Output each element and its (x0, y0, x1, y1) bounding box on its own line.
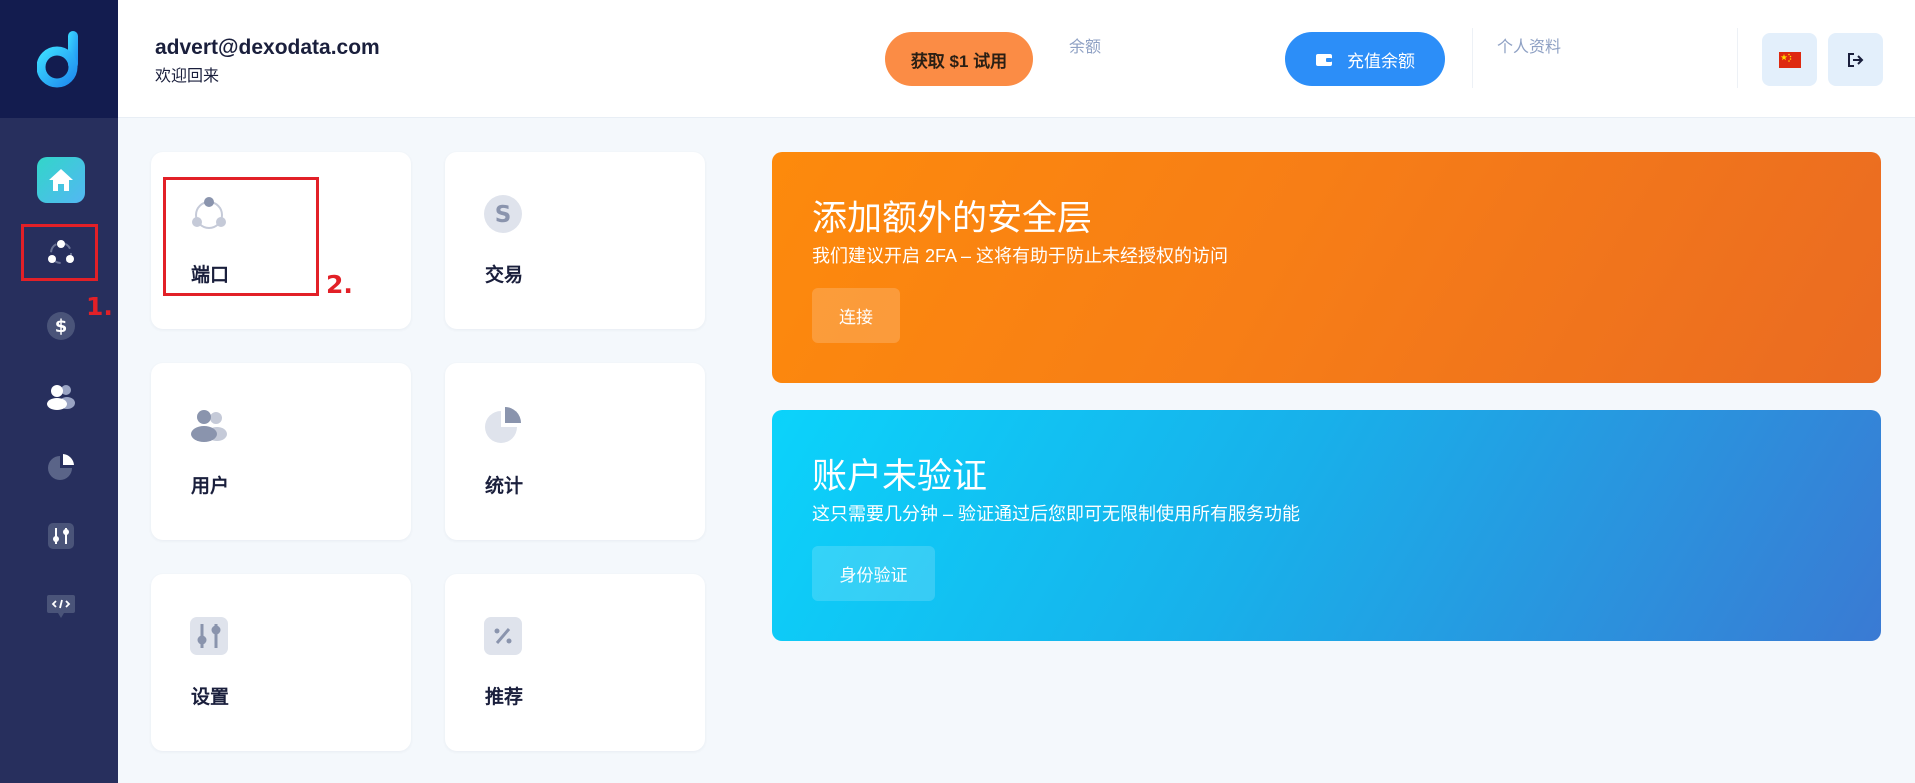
logo[interactable] (0, 0, 118, 118)
tile-settings[interactable]: 设置 (151, 574, 411, 751)
annotation-box-step1 (21, 224, 98, 281)
banner-title: 账户未验证 (812, 457, 988, 496)
header: advert@dexodata.com 欢迎回来 获取 $1 试用 余额 充值余… (118, 0, 1915, 118)
logout-icon (1847, 52, 1863, 67)
tile-statistics[interactable]: 统计 (445, 363, 705, 540)
annotation-step2: 2. (326, 270, 353, 299)
dollar-icon: $ (47, 312, 75, 340)
user-email: advert@dexodata.com (155, 36, 380, 59)
profile-label[interactable]: 个人资料 (1497, 33, 1561, 57)
tile-referral[interactable]: 推荐 (445, 574, 705, 751)
home-icon (49, 169, 73, 191)
users-icon (191, 410, 227, 442)
transactions-icon: S (484, 195, 522, 233)
tile-label: 交易 (485, 265, 524, 286)
sidebar: $ (0, 0, 118, 783)
sidebar-item-transactions[interactable]: $ (37, 302, 85, 350)
welcome-text: 欢迎回来 (155, 68, 220, 85)
sidebar-item-home[interactable] (37, 157, 85, 203)
users-icon (47, 385, 75, 410)
tile-transactions[interactable]: S 交易 (445, 152, 705, 329)
tile-label: 统计 (485, 476, 524, 497)
sidebar-item-settings[interactable] (37, 512, 85, 560)
topup-balance-button[interactable]: 充值余额 (1285, 32, 1445, 86)
code-icon (47, 595, 75, 618)
annotation-box-step2 (163, 177, 319, 296)
sliders-icon (48, 523, 74, 549)
topup-balance-label: 充值余额 (1347, 51, 1415, 71)
connect-2fa-button[interactable]: 连接 (812, 288, 900, 343)
divider (1472, 28, 1473, 88)
divider (1737, 28, 1738, 88)
wallet-icon (1316, 54, 1332, 66)
banner-subtitle: 我们建议开启 2FA – 这将有助于防止未经授权的访问 (812, 246, 1229, 266)
verify-identity-button[interactable]: 身份验证 (812, 546, 935, 601)
sidebar-item-api[interactable] (37, 582, 85, 630)
tile-users[interactable]: 用户 (151, 363, 411, 540)
balance-label: 余额 (1069, 39, 1102, 56)
sliders-icon (190, 617, 228, 655)
china-flag-icon (1778, 51, 1801, 68)
tile-label: 用户 (191, 476, 230, 497)
percent-icon (484, 617, 522, 655)
language-button[interactable] (1762, 33, 1817, 86)
annotation-step1: 1. (86, 292, 113, 321)
sidebar-item-statistics[interactable] (37, 443, 85, 491)
tile-label: 推荐 (485, 687, 524, 708)
pie-chart-icon (485, 407, 521, 443)
svg-text:$: $ (55, 316, 68, 337)
banner-title: 添加额外的安全层 (812, 199, 1093, 238)
verification-banner: 账户未验证 这只需要几分钟 – 验证通过后您即可无限制使用所有服务功能 身份验证 (772, 410, 1881, 641)
svg-text:S: S (495, 202, 512, 228)
trial-button[interactable]: 获取 $1 试用 (885, 32, 1033, 86)
banner-subtitle: 这只需要几分钟 – 验证通过后您即可无限制使用所有服务功能 (812, 504, 1301, 524)
pie-chart-icon (48, 454, 74, 480)
logout-button[interactable] (1828, 33, 1883, 86)
security-banner: 添加额外的安全层 我们建议开启 2FA – 这将有助于防止未经授权的访问 连接 (772, 152, 1881, 383)
dexodata-logo-icon (37, 31, 78, 88)
sidebar-item-users[interactable] (37, 372, 85, 420)
tile-label: 设置 (191, 687, 230, 708)
